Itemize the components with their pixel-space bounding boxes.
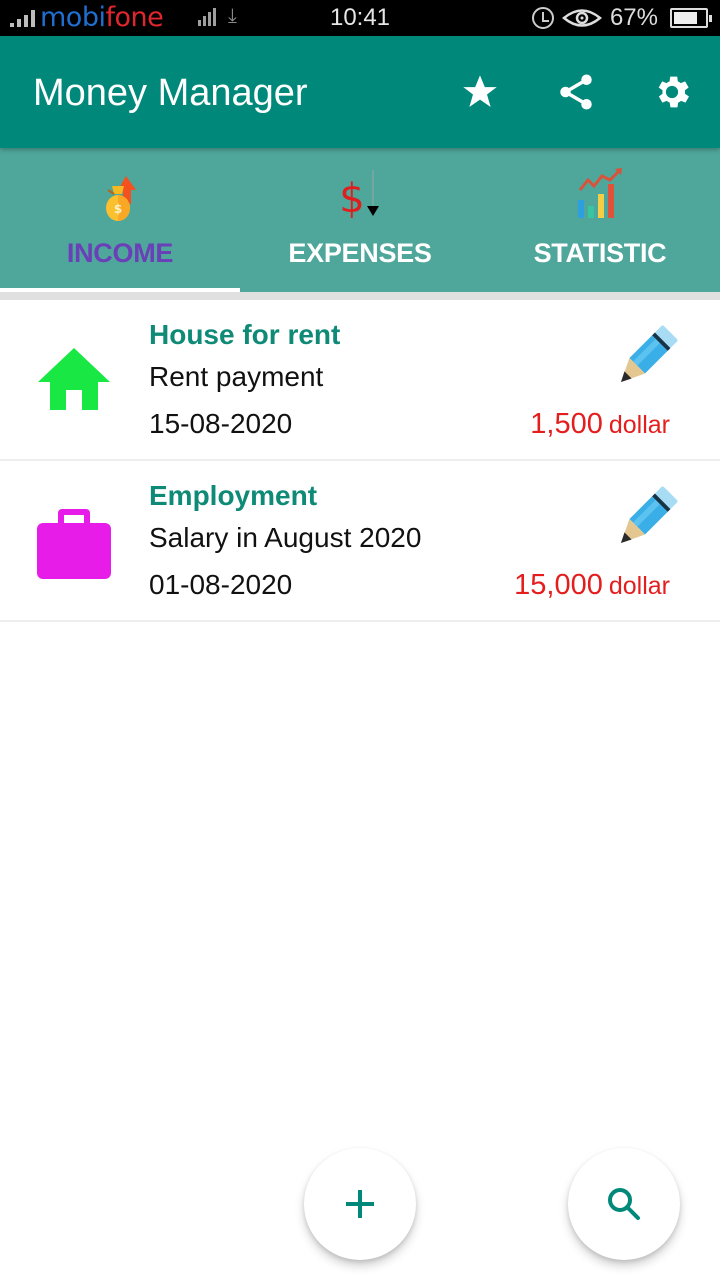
item-description: Salary in August 2020 — [149, 522, 422, 553]
amount-currency: dollar — [608, 411, 670, 439]
battery-icon — [670, 8, 712, 28]
money-bag-up-icon: $ — [106, 176, 136, 221]
status-bar: mobifone ⤓ 10:41 67% — [0, 0, 720, 36]
star-icon — [463, 75, 497, 107]
svg-text:$: $ — [339, 176, 364, 222]
item-amount: 15,000 dollar — [514, 569, 670, 602]
amount-value: 15,000 — [514, 569, 603, 601]
plus-icon — [346, 1190, 374, 1218]
category-name: Employment — [149, 480, 318, 511]
status-right-group: 67% — [531, 4, 712, 32]
edit-pencil-button[interactable] — [608, 485, 682, 553]
item-amount: 1,500 dollar — [530, 408, 670, 441]
house-icon — [38, 348, 110, 410]
tab-label: STATISTIC — [533, 238, 667, 268]
edit-pencil-button[interactable] — [608, 324, 682, 392]
search-button[interactable] — [568, 1148, 680, 1260]
amount-currency: dollar — [608, 572, 670, 600]
dollar-down-icon: $ — [339, 170, 379, 222]
share-button[interactable] — [554, 70, 598, 114]
app-bar: Money Manager — [0, 36, 720, 148]
tab-bar: $ INCOME $ EXPENSES STATISTIC — [0, 148, 720, 292]
tab-label: INCOME — [66, 238, 174, 268]
income-item[interactable]: House for rent Rent payment 15-08-2020 1… — [0, 300, 720, 461]
battery-percent: 67% — [609, 4, 658, 31]
item-date: 01-08-2020 — [149, 569, 293, 600]
income-item[interactable]: Employment Salary in August 2020 01-08-2… — [0, 461, 720, 622]
category-name: House for rent — [149, 319, 341, 350]
search-icon — [608, 1188, 640, 1220]
tab-divider — [0, 292, 720, 300]
amount-value: 1,500 — [530, 408, 603, 440]
alarm-icon — [531, 7, 554, 29]
tab-income[interactable]: $ INCOME — [0, 148, 240, 292]
income-list: House for rent Rent payment 15-08-2020 1… — [0, 300, 720, 622]
gear-icon — [658, 76, 689, 108]
favorite-button[interactable] — [458, 70, 502, 114]
tab-expenses[interactable]: $ EXPENSES — [240, 148, 480, 292]
bar-chart-trend-icon — [578, 168, 622, 218]
item-description: Rent payment — [149, 361, 324, 392]
add-income-button[interactable] — [304, 1148, 416, 1260]
svg-text:$: $ — [114, 202, 122, 216]
money-manager-screen: mobifone ⤓ 10:41 67% Money Manager $ INC… — [0, 0, 720, 1280]
briefcase-icon — [37, 509, 111, 579]
settings-button[interactable] — [650, 70, 694, 114]
share-icon — [560, 74, 592, 110]
tab-label: EXPENSES — [288, 238, 432, 268]
item-date: 15-08-2020 — [149, 408, 293, 439]
app-title: Money Manager — [33, 72, 308, 114]
tab-statistic[interactable]: STATISTIC — [480, 148, 720, 292]
eye-comfort-icon — [561, 9, 602, 27]
